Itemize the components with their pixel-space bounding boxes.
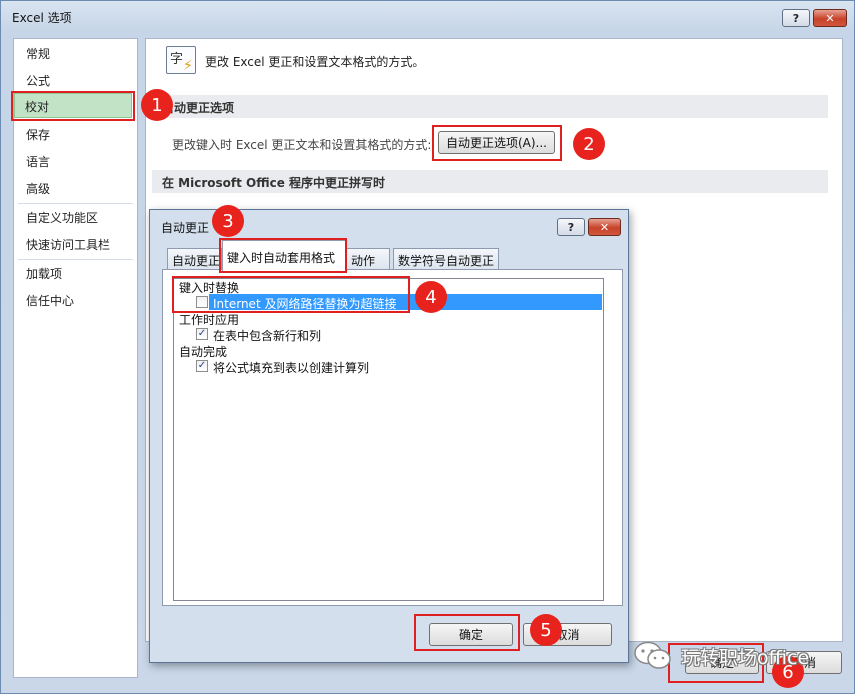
tab-actions[interactable]: 动作	[346, 248, 390, 269]
section-office-spelling: 在 Microsoft Office 程序中更正拼写时	[152, 170, 828, 193]
autocorrect-description: 更改键入时 Excel 更正文本和设置其格式的方式:	[172, 138, 432, 152]
nav-item-general[interactable]: 常规	[26, 45, 50, 62]
wechat-icon	[634, 641, 671, 669]
options-nav: 常规 公式 保存 语言 高级 自定义功能区 快速访问工具栏 加载项 信任中心	[13, 38, 138, 678]
watermark-text: 玩转职场office	[681, 646, 810, 669]
internet-hyperlinks-label: Internet 及网络路径替换为超链接	[213, 297, 397, 311]
dialog-help-button[interactable]: ?	[557, 218, 585, 236]
annotation-badge-2: 2	[573, 128, 605, 160]
tab-autocorrect[interactable]: 自动更正	[167, 248, 222, 269]
annotation-badge-1: 1	[141, 89, 173, 121]
checkbox-internet-hyperlinks[interactable]	[196, 296, 208, 308]
tab-math-autocorrect[interactable]: 数学符号自动更正	[393, 248, 499, 269]
nav-item-advanced[interactable]: 高级	[26, 180, 50, 197]
nav-separator	[18, 259, 133, 260]
nav-item-formulas[interactable]: 公式	[26, 72, 50, 89]
nav-item-addins[interactable]: 加载项	[26, 265, 62, 282]
annotation-badge-4: 4	[415, 281, 447, 313]
annotation-badge-5: 5	[530, 614, 562, 646]
tab-autoformat-as-you-type[interactable]: 键入时自动套用格式	[222, 240, 346, 271]
dialog-close-button[interactable]: ✕	[588, 218, 621, 236]
help-button[interactable]: ?	[782, 9, 810, 27]
fill-formulas-label: 将公式填充到表以创建计算列	[213, 361, 370, 375]
group-autocomplete: 自动完成	[179, 345, 228, 359]
proofing-description: 更改 Excel 更正和设置文本格式的方式。	[205, 55, 425, 69]
nav-item-save[interactable]: 保存	[26, 126, 50, 143]
nav-item-quick-access[interactable]: 快速访问工具栏	[26, 236, 110, 253]
nav-item-proofing[interactable]: 校对	[14, 93, 132, 118]
window-title: Excel 选项	[12, 11, 72, 25]
section-autocorrect-options: 自动更正选项	[152, 95, 828, 118]
dialog-ok-button[interactable]: 确定	[429, 623, 513, 646]
checkbox-fill-formulas[interactable]: ✓	[196, 360, 208, 372]
proofing-abc-icon: 字 ⚡	[166, 46, 196, 74]
nav-separator	[18, 203, 133, 204]
nav-item-language[interactable]: 语言	[26, 153, 50, 170]
checkbox-include-new-rows[interactable]: ✓	[196, 328, 208, 340]
nav-item-proofing-label: 校对	[25, 100, 50, 114]
include-new-rows-label: 在表中包含新行和列	[213, 329, 322, 343]
nav-item-customize-ribbon[interactable]: 自定义功能区	[26, 209, 98, 226]
dialog-title: 自动更正	[161, 221, 210, 235]
nav-item-trust-center[interactable]: 信任中心	[26, 292, 74, 309]
autocorrect-options-button[interactable]: 自动更正选项(A)...	[438, 131, 555, 154]
watermark: 玩转职场office	[633, 640, 809, 672]
annotation-badge-3: 3	[212, 205, 244, 237]
close-button[interactable]: ✕	[813, 9, 847, 27]
group-apply-as-you-work: 工作时应用	[179, 313, 240, 327]
